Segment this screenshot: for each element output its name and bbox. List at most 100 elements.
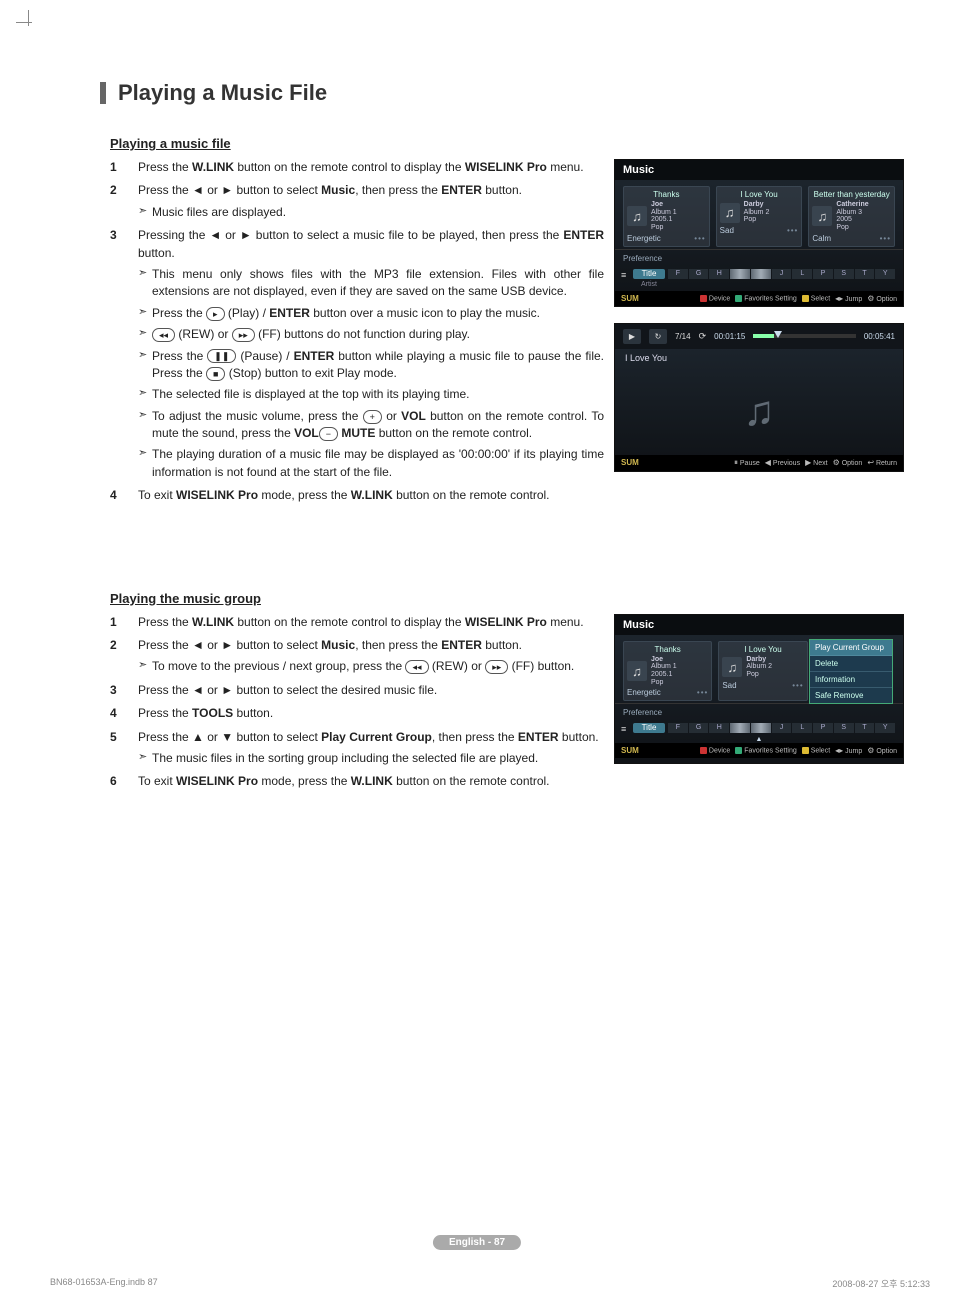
card-meta: DarbyAlbum 2Pop: [744, 201, 770, 224]
card-mood: Energetic: [627, 234, 661, 243]
sort-primary: Title: [633, 723, 665, 733]
alpha-cell: S: [834, 269, 854, 279]
alpha-cell: H: [709, 723, 729, 733]
step-item: 4Press the TOOLS button.: [110, 705, 604, 722]
alpha-cell: [730, 723, 750, 733]
alpha-cell: P: [813, 723, 833, 733]
card-mood: Sad: [720, 226, 734, 235]
step-number: 2: [110, 637, 124, 676]
step-item: 6To exit WISELINK Pro mode, press the W.…: [110, 773, 604, 790]
jump-icon: ◂▸: [835, 294, 843, 303]
alpha-cell: P: [813, 269, 833, 279]
elapsed-time: 00:01:15: [714, 332, 745, 341]
play-icon: ▶: [623, 329, 641, 344]
music-card: Thanks♫JoeAlbum 12005.1PopEnergetic•••: [623, 641, 712, 702]
yellow-button-icon: [802, 747, 809, 754]
alpha-cell: T: [855, 269, 875, 279]
footer-action: ◂▸ Jump: [835, 746, 862, 755]
crop-mark-icon: [16, 10, 36, 30]
music-card: Thanks♫JoeAlbum 12005.1PopEnergetic•••: [623, 186, 710, 247]
footer-action: Device: [700, 747, 730, 754]
step-number: 1: [110, 159, 124, 176]
repeat-icon: ↻: [649, 329, 667, 344]
music-card: Better than yesterday♫CatherineAlbum 320…: [808, 186, 895, 247]
card-title: Thanks: [627, 645, 708, 656]
alpha-cell: J: [772, 723, 792, 733]
step-body: Press the ◄ or ► button to select Music,…: [138, 182, 604, 221]
music-card: I Love You ♫DarbyAlbum 2Pop Sad •••: [716, 186, 803, 247]
alpha-cell: [730, 269, 750, 279]
footer-action: Select: [802, 747, 830, 754]
card-mood: Energetic: [627, 688, 661, 697]
step-note: To move to the previous / next group, pr…: [138, 658, 604, 675]
step-note: The selected file is displayed at the to…: [138, 386, 604, 403]
footer-action: ⚙ Option: [867, 294, 897, 303]
sort-secondary: Artist: [615, 281, 903, 291]
refresh-icon: ⟳: [699, 331, 707, 342]
step-note: ◂◂ (REW) or ▸▸ (FF) buttons do not funct…: [138, 326, 604, 343]
step-item: 3Pressing the ◄ or ► button to select a …: [110, 227, 604, 481]
music-note-icon: ♫: [722, 657, 742, 677]
rating-dots-icon: •••: [787, 226, 798, 235]
card-meta: JoeAlbum 12005.1Pop: [651, 656, 677, 687]
option-icon: ⚙: [833, 458, 840, 467]
sort-menu-icon: ≡: [621, 270, 626, 280]
card-title: Better than yesterday: [812, 190, 891, 201]
page-title: Playing a Music File: [118, 80, 327, 106]
red-button-icon: [700, 747, 707, 754]
card-title: Thanks: [627, 190, 706, 201]
doc-timestamp: 2008-08-27 오후 5:12:33: [832, 1277, 930, 1290]
step-item: 1Press the W.LINK button on the remote c…: [110, 614, 604, 631]
music-note-icon: ♫: [615, 367, 903, 455]
doc-id: BN68-01653A-Eng.indb 87: [50, 1277, 158, 1290]
footer-action: Favorites Setting: [735, 295, 796, 302]
preference-label: Preference: [615, 703, 903, 721]
footer-action: Device: [700, 295, 730, 302]
card-mood: Calm: [812, 234, 831, 243]
sort-menu-icon: ≡: [621, 724, 626, 734]
footer-action: ◂▸ Jump: [835, 294, 862, 303]
green-button-icon: [735, 747, 742, 754]
next-icon: ▶: [805, 458, 811, 467]
alpha-cell: [751, 269, 771, 279]
manual-page: Playing a Music File Playing a music fil…: [0, 0, 954, 1310]
alpha-cell: G: [689, 723, 709, 733]
alpha-cell: H: [709, 269, 729, 279]
alpha-cell: G: [689, 269, 709, 279]
red-button-icon: [700, 295, 707, 302]
option-icon: ⚙: [867, 746, 874, 755]
footer-action: Select: [802, 295, 830, 302]
context-menu-item: Delete: [810, 656, 892, 672]
step-body: To exit WISELINK Pro mode, press the W.L…: [138, 487, 604, 504]
music-note-icon: ♫: [627, 661, 647, 681]
pause-icon: ⏸: [734, 458, 738, 467]
screen-title: Music: [615, 615, 903, 635]
rating-dots-icon: •••: [792, 681, 803, 690]
card-title: I Love You: [720, 190, 799, 201]
page-title-row: Playing a Music File: [60, 80, 904, 106]
context-menu-item: Information: [810, 672, 892, 688]
now-playing-title: I Love You: [615, 349, 903, 367]
alpha-cell: L: [792, 269, 812, 279]
step-number: 2: [110, 182, 124, 221]
context-menu-item: Play Current Group: [810, 640, 892, 656]
footer-action: ⏸ Pause: [734, 458, 760, 468]
step-body: Pressing the ◄ or ► button to select a m…: [138, 227, 604, 481]
step-number: 3: [110, 227, 124, 481]
alpha-cell: F: [668, 269, 688, 279]
rating-dots-icon: •••: [880, 234, 891, 243]
yellow-button-icon: [802, 295, 809, 302]
step-note: Music files are displayed.: [138, 204, 604, 221]
music-note-icon: ♫: [720, 203, 740, 223]
alpha-cell: T: [855, 723, 875, 733]
tools-context-menu: Play Current GroupDeleteInformationSafe …: [809, 639, 893, 704]
step-note: Press the ▸ (Play) / ENTER button over a…: [138, 305, 604, 322]
green-button-icon: [735, 295, 742, 302]
title-accent-bar: [100, 82, 106, 104]
music-card: I Love You♫DarbyAlbum 2PopSad•••: [718, 641, 807, 702]
step-number: 4: [110, 705, 124, 722]
step-item: 2Press the ◄ or ► button to select Music…: [110, 637, 604, 676]
footer-action: ⚙ Option: [867, 746, 897, 755]
total-time: 00:05:41: [864, 332, 895, 341]
return-icon: ↩: [867, 458, 874, 467]
